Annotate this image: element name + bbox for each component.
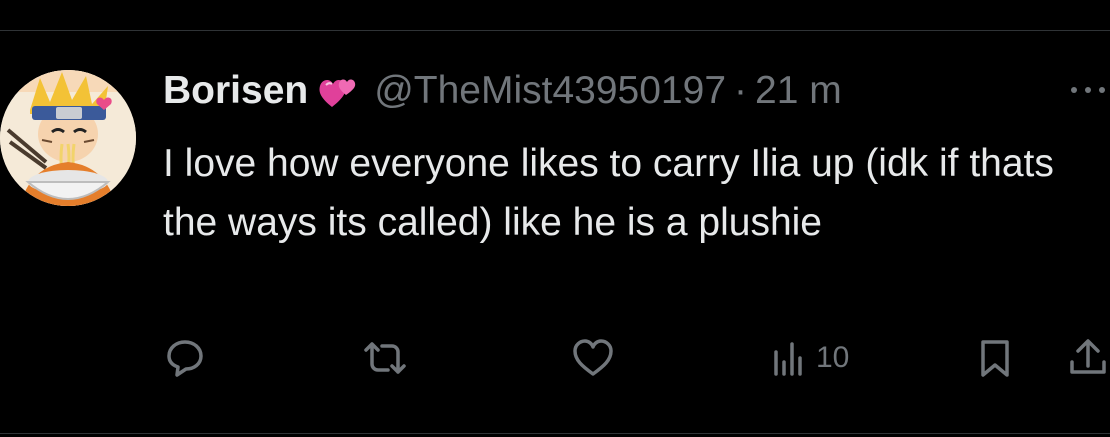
tweet-header: Borisen @TheMist43950197 · 21 m	[163, 66, 842, 116]
author-name[interactable]: Borisen	[163, 69, 308, 113]
share-icon	[1066, 336, 1110, 380]
retweet-icon	[360, 336, 410, 380]
action-bar: 10	[0, 330, 1110, 386]
two-hearts-icon	[316, 71, 360, 111]
views-count: 10	[816, 341, 850, 374]
tweet-text: I love how everyone likes to carry Ilia …	[163, 142, 1054, 244]
views-icon	[772, 338, 806, 378]
bookmark-button[interactable]	[975, 330, 1015, 386]
views-button[interactable]: 10	[772, 330, 849, 386]
retweet-button[interactable]	[360, 330, 410, 386]
more-icon[interactable]	[1068, 80, 1110, 100]
reply-button[interactable]	[163, 330, 207, 386]
reply-icon	[163, 336, 207, 380]
timestamp[interactable]: 21 m	[755, 69, 842, 113]
share-button[interactable]	[1066, 330, 1110, 386]
separator-dot: ·	[734, 69, 748, 112]
like-icon	[570, 336, 616, 380]
avatar[interactable]	[0, 70, 136, 206]
top-divider	[0, 30, 1110, 31]
bookmark-icon	[975, 336, 1015, 380]
bottom-divider	[0, 433, 1110, 434]
like-button[interactable]	[570, 330, 616, 386]
author-handle[interactable]: @TheMist43950197	[374, 69, 726, 113]
